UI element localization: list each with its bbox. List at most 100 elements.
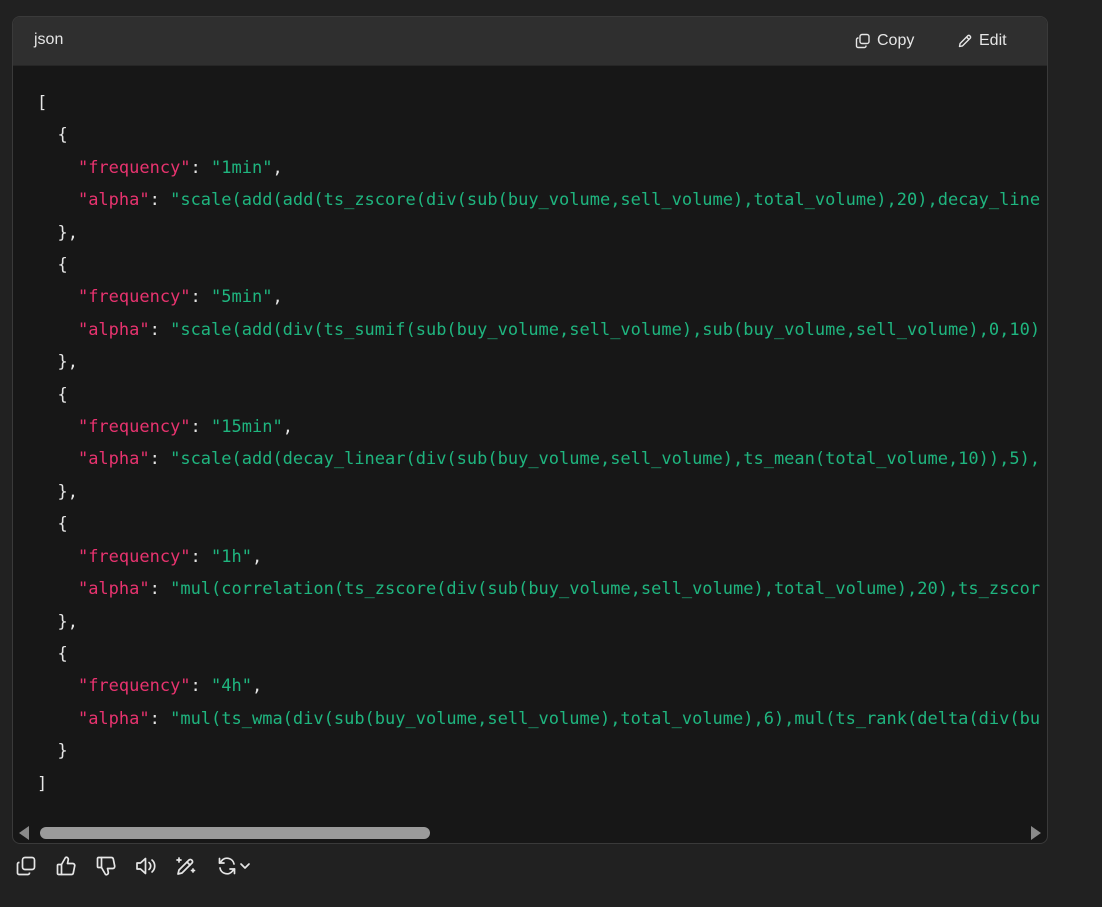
json-string: "4h"	[211, 676, 252, 697]
json-punct	[37, 676, 78, 696]
message-actions	[12, 852, 256, 880]
json-punct: :	[190, 417, 212, 438]
json-punct	[37, 158, 78, 178]
json-punct: :	[149, 449, 171, 470]
json-punct: :	[190, 676, 212, 697]
json-punct	[37, 547, 78, 567]
json-key: "alpha"	[77, 708, 150, 729]
json-punct: ,	[251, 546, 263, 567]
copy-code-button[interactable]: Copy	[855, 29, 914, 53]
copy-message-button[interactable]	[12, 852, 40, 880]
json-key: "frequency"	[77, 676, 191, 697]
code-line: },	[37, 611, 78, 632]
code-line: {	[37, 125, 68, 146]
thumbs-up-button[interactable]	[52, 852, 80, 880]
scrollbar-thumb[interactable]	[40, 827, 430, 839]
code-line: {	[37, 514, 68, 535]
thumbs-down-icon	[96, 856, 116, 876]
json-punct	[37, 417, 78, 437]
chevron-down-icon	[240, 863, 250, 869]
json-punct: },	[37, 481, 78, 502]
code-line: {	[37, 384, 68, 405]
language-label: json	[34, 31, 64, 48]
code-line: "frequency": "1h",	[37, 547, 262, 567]
json-punct: {	[37, 125, 68, 146]
json-key: "frequency"	[77, 157, 191, 178]
json-string: "5min"	[211, 287, 273, 308]
copy-icon	[855, 33, 871, 49]
code-block-header: json Copy Edit	[13, 17, 1047, 66]
json-string: "scale(add(decay_linear(div(sub(buy_volu…	[170, 449, 1041, 470]
scroll-right-arrow-icon[interactable]	[1031, 826, 1041, 840]
json-punct: ,	[272, 287, 283, 308]
json-punct	[37, 190, 78, 210]
read-aloud-button[interactable]	[132, 852, 160, 880]
json-punct: ,	[272, 157, 283, 178]
code-line: "frequency": "4h",	[37, 676, 262, 696]
horizontal-scrollbar[interactable]	[13, 823, 1047, 843]
code-line: "frequency": "5min",	[37, 287, 283, 307]
code-line: },	[37, 481, 78, 502]
edit-in-canvas-button[interactable]	[172, 852, 200, 880]
code-line: },	[37, 352, 77, 372]
json-punct: :	[190, 546, 212, 567]
code-line: "alpha": "mul(ts_wma(div(sub(buy_volume,…	[37, 709, 1040, 729]
code-line: "frequency": "15min",	[37, 417, 293, 437]
json-string: "1h"	[211, 546, 252, 567]
scroll-left-arrow-icon[interactable]	[19, 826, 29, 840]
json-string: "mul(correlation(ts_zscore(div(sub(buy_v…	[170, 579, 1041, 600]
json-string: "1min"	[211, 157, 273, 178]
speaker-icon	[136, 857, 156, 875]
edit-sparkle-icon	[176, 857, 196, 875]
code-line: "alpha": "scale(add(decay_linear(div(sub…	[37, 449, 1040, 469]
json-punct: ,	[282, 417, 293, 438]
json-key: "alpha"	[77, 449, 150, 470]
edit-label: Edit	[979, 32, 1007, 49]
json-punct: {	[37, 643, 68, 664]
json-key: "alpha"	[77, 319, 150, 340]
json-punct: {	[37, 514, 68, 535]
json-punct: :	[149, 579, 171, 600]
json-punct	[37, 287, 78, 307]
json-punct	[37, 579, 78, 599]
pencil-icon	[957, 33, 973, 49]
json-punct: {	[37, 384, 68, 405]
json-key: "frequency"	[77, 546, 191, 567]
json-key: "frequency"	[77, 287, 191, 308]
json-punct	[37, 320, 78, 340]
json-string: "15min"	[211, 417, 283, 438]
thumbs-down-button[interactable]	[92, 852, 120, 880]
json-key: "alpha"	[77, 190, 150, 211]
json-string: "mul(ts_wma(div(sub(buy_volume,sell_volu…	[170, 708, 1041, 729]
json-punct: :	[149, 190, 171, 211]
code-line: },	[37, 222, 78, 243]
json-punct: },	[37, 222, 78, 243]
json-punct: ,	[251, 676, 263, 697]
regenerate-button[interactable]	[212, 852, 256, 880]
json-punct: :	[149, 708, 171, 729]
edit-code-button[interactable]: Edit	[957, 29, 1007, 53]
json-string: "scale(add(div(ts_sumif(sub(buy_volume,s…	[170, 319, 1041, 340]
code-line: }	[37, 741, 67, 761]
code-line: ]	[37, 774, 47, 794]
json-punct	[37, 709, 78, 729]
code-line: "alpha": "scale(add(add(ts_zscore(div(su…	[37, 190, 1040, 210]
json-string: "scale(add(add(ts_zscore(div(sub(buy_vol…	[170, 190, 1041, 211]
thumbs-up-icon	[56, 856, 76, 876]
code-text: [ { "frequency": "1min", "alpha": "scale…	[37, 87, 1040, 800]
regenerate-icon	[218, 857, 236, 875]
json-key: "frequency"	[77, 417, 191, 438]
json-punct: [	[37, 93, 48, 113]
json-punct: {	[37, 255, 68, 276]
copy-icon	[16, 856, 36, 876]
json-punct: :	[190, 157, 212, 178]
code-line: "frequency": "1min",	[37, 158, 283, 178]
code-line: [	[37, 93, 47, 113]
copy-label: Copy	[877, 32, 915, 49]
json-punct: :	[190, 287, 212, 308]
code-line: {	[37, 255, 68, 276]
json-punct: :	[149, 319, 171, 340]
json-punct: },	[37, 611, 78, 632]
code-line: "alpha": "mul(correlation(ts_zscore(div(…	[37, 579, 1040, 599]
code-line: {	[37, 643, 68, 664]
